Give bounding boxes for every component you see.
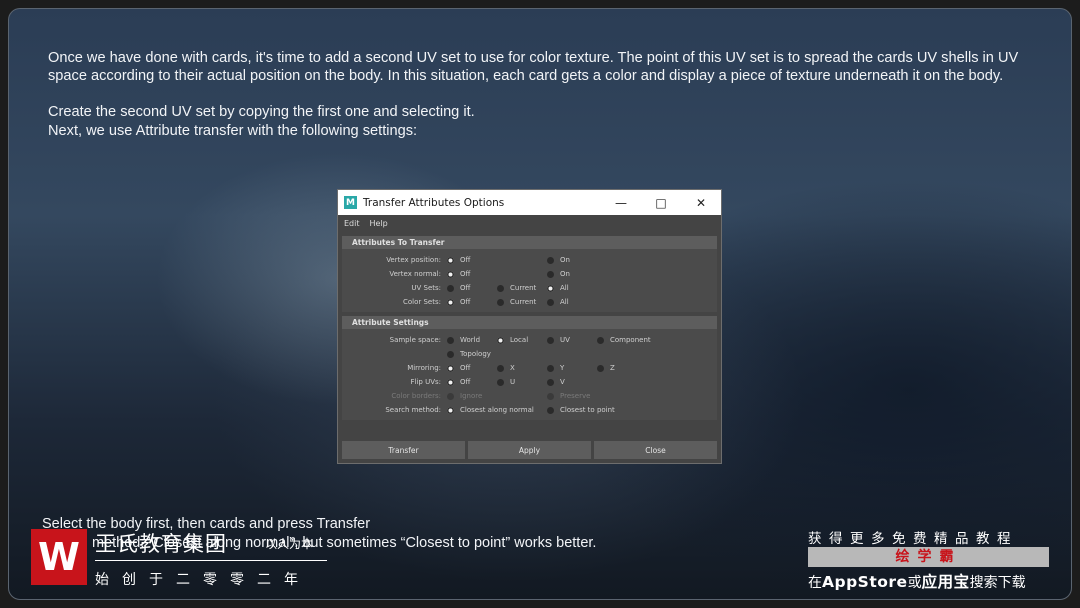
radio-vertex-position-on[interactable]: On — [547, 256, 597, 264]
radio-flip-u[interactable]: U — [497, 378, 547, 386]
radio-sample-topology[interactable]: Topology — [447, 350, 517, 358]
ad-brand-banner: 绘学霸 — [808, 547, 1049, 567]
video-frame: Once we have done with cards, it's time … — [8, 8, 1072, 600]
label-color-sets: Color Sets: — [402, 298, 441, 306]
radio-search-closest-point[interactable]: Closest to point — [547, 406, 637, 414]
transfer-button[interactable]: Transfer — [342, 441, 465, 459]
brand-name: 王氏教育集团 — [95, 532, 227, 556]
radio-flip-off[interactable]: Off — [447, 378, 497, 386]
apply-button[interactable]: Apply — [468, 441, 591, 459]
intro-text: Once we have done with cards, it's time … — [48, 49, 1038, 140]
brand-motto: 始创于二零零二年 — [95, 572, 311, 588]
radio-mirror-y[interactable]: Y — [547, 364, 597, 372]
label-flip-uvs: Flip UVs: — [410, 378, 441, 386]
radio-search-closest-normal[interactable]: Closest along normal — [447, 406, 547, 414]
close-button[interactable]: Close — [594, 441, 717, 459]
label-mirroring: Mirroring: — [407, 364, 441, 372]
close-icon[interactable]: ✕ — [681, 196, 721, 210]
attributes-to-transfer-body: Vertex position: Off On Vertex normal: O… — [342, 249, 717, 312]
row-search-method: Search method: Closest along normal Clos… — [342, 403, 717, 417]
ad-headline: 获得更多免费精品教程 — [808, 531, 1018, 547]
intro-paragraph: Once we have done with cards, it's time … — [48, 50, 1019, 85]
radio-borders-preserve: Preserve — [547, 392, 627, 400]
row-uv-sets: UV Sets: Off Current All — [342, 281, 717, 295]
ad-or: 或 — [907, 575, 922, 591]
row-color-sets: Color Sets: Off Current All — [342, 295, 717, 309]
radio-uv-sets-current[interactable]: Current — [497, 284, 547, 292]
dialog-button-bar: Transfer Apply Close — [342, 441, 717, 459]
row-sample-space-2: Topology — [342, 347, 717, 361]
dialog-titlebar: M Transfer Attributes Options — □ ✕ — [338, 190, 721, 215]
dialog-title: Transfer Attributes Options — [363, 196, 505, 209]
radio-color-sets-all[interactable]: All — [547, 298, 597, 306]
ad-store: 应用宝 — [921, 573, 970, 591]
ad-suffix: 搜索下载 — [969, 575, 1026, 591]
row-vertex-position: Vertex position: Off On — [342, 253, 717, 267]
row-vertex-normal: Vertex normal: Off On — [342, 267, 717, 281]
row-flip-uvs: Flip UVs: Off U V — [342, 375, 717, 389]
radio-vertex-normal-on[interactable]: On — [547, 270, 597, 278]
brand-logo: W — [31, 529, 87, 585]
section-attribute-settings[interactable]: Attribute Settings — [342, 316, 717, 329]
intro-line-next: Next, we use Attribute transfer with the… — [48, 122, 418, 139]
maximize-icon[interactable]: □ — [641, 196, 681, 210]
radio-mirror-off[interactable]: Off — [447, 364, 497, 372]
brand-slogan: 以人为本 — [265, 537, 314, 551]
radio-color-sets-off[interactable]: Off — [447, 298, 497, 306]
ad-prefix: 在 — [808, 575, 822, 591]
radio-mirror-x[interactable]: X — [497, 364, 547, 372]
radio-sample-uv[interactable]: UV — [547, 336, 597, 344]
dialog-menubar: Edit Help — [338, 215, 721, 232]
radio-sample-local[interactable]: Local — [497, 336, 547, 344]
radio-uv-sets-all[interactable]: All — [547, 284, 597, 292]
radio-sample-world[interactable]: World — [447, 336, 497, 344]
section-attributes-to-transfer[interactable]: Attributes To Transfer — [342, 236, 717, 249]
label-color-borders: Color borders: — [391, 392, 441, 400]
transfer-attributes-dialog: M Transfer Attributes Options — □ ✕ Edit… — [337, 189, 722, 464]
radio-color-sets-current[interactable]: Current — [497, 298, 547, 306]
radio-flip-v[interactable]: V — [547, 378, 597, 386]
attribute-settings-body: Sample space: World Local UV Component T… — [342, 329, 717, 420]
radio-borders-ignore: Ignore — [447, 392, 547, 400]
ad-download-text: 在AppStore或应用宝搜索下载 — [808, 570, 1026, 592]
row-color-borders: Color borders: Ignore Preserve — [342, 389, 717, 403]
label-sample-space: Sample space: — [389, 336, 441, 344]
radio-mirror-z[interactable]: Z — [597, 364, 647, 372]
radio-vertex-position-off[interactable]: Off — [447, 256, 497, 264]
ad-appstore: AppStore — [822, 573, 908, 591]
label-vertex-normal: Vertex normal: — [389, 270, 441, 278]
brand-divider — [95, 560, 327, 561]
label-search-method: Search method: — [385, 406, 441, 414]
maya-icon: M — [344, 196, 357, 209]
radio-vertex-normal-off[interactable]: Off — [447, 270, 497, 278]
menu-edit[interactable]: Edit — [344, 219, 360, 228]
label-uv-sets: UV Sets: — [411, 284, 441, 292]
menu-help[interactable]: Help — [370, 219, 388, 228]
minimize-icon[interactable]: — — [601, 196, 641, 210]
row-sample-space: Sample space: World Local UV Component — [342, 333, 717, 347]
radio-uv-sets-off[interactable]: Off — [447, 284, 497, 292]
radio-sample-component[interactable]: Component — [597, 336, 667, 344]
intro-line-create: Create the second UV set by copying the … — [48, 104, 475, 121]
label-vertex-position: Vertex position: — [386, 256, 441, 264]
row-mirroring: Mirroring: Off X Y Z — [342, 361, 717, 375]
